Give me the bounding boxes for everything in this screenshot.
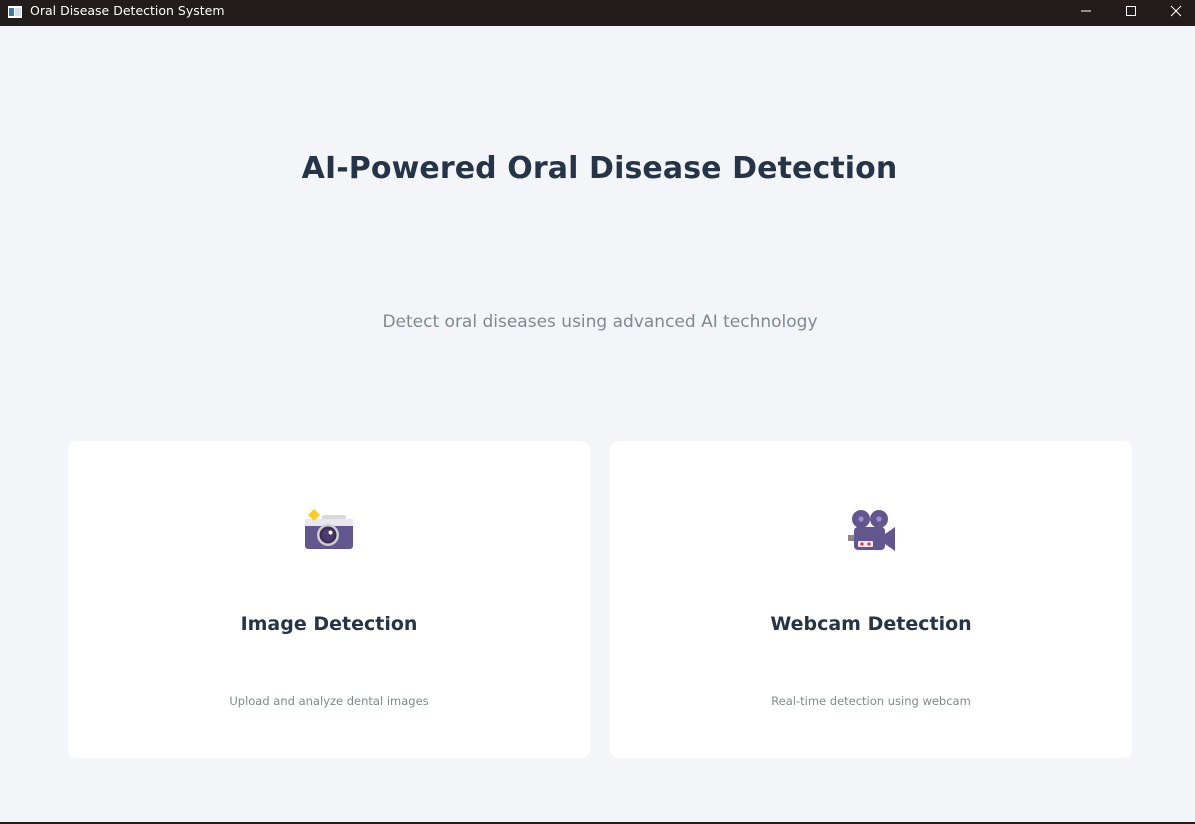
image-detection-card[interactable]: Image Detection Upload and analyze denta… — [68, 441, 590, 758]
video-camera-icon — [848, 510, 895, 551]
card-title: Webcam Detection — [770, 613, 972, 635]
app-window-icon — [8, 6, 22, 18]
window-title: Oral Disease Detection System — [30, 3, 225, 18]
close-button[interactable] — [1153, 0, 1195, 22]
minimize-icon — [1081, 10, 1091, 12]
maximize-icon — [1126, 6, 1136, 16]
card-description: Real-time detection using webcam — [771, 694, 971, 708]
page-subtitle: Detect oral diseases using advanced AI t… — [382, 312, 818, 332]
camera-icon — [305, 509, 353, 549]
minimize-button[interactable] — [1063, 0, 1109, 22]
close-icon — [1170, 5, 1182, 17]
card-title: Image Detection — [240, 613, 418, 635]
card-description: Upload and analyze dental images — [229, 694, 429, 708]
title-bar: Oral Disease Detection System — [0, 0, 1195, 26]
main-content: AI-Powered Oral Disease Detection Detect… — [0, 26, 1195, 824]
maximize-button[interactable] — [1108, 0, 1154, 22]
page-title: AI-Powered Oral Disease Detection — [301, 151, 898, 186]
webcam-detection-card[interactable]: Webcam Detection Real-time detection usi… — [610, 441, 1132, 758]
